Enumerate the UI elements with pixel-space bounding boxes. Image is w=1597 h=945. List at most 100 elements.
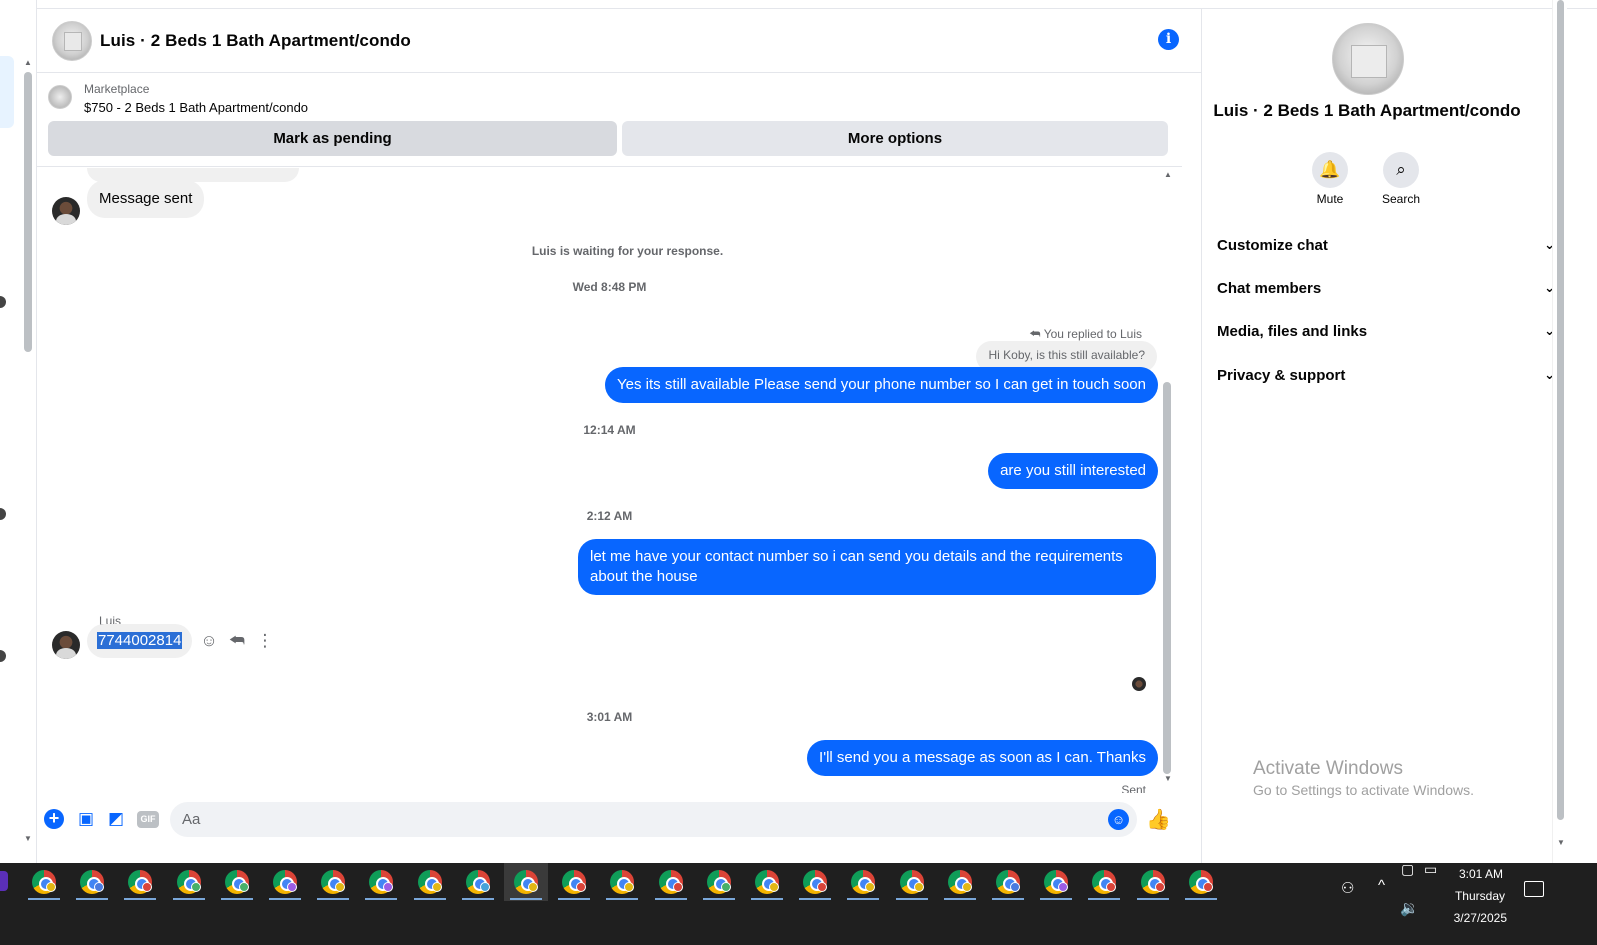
chat-list-avatar[interactable]	[0, 650, 6, 662]
running-indicator	[1184, 898, 1217, 900]
chrome-taskbar-button[interactable]	[841, 863, 885, 901]
search-action[interactable]: ⌕ Search	[1371, 152, 1431, 206]
running-indicator	[558, 898, 591, 900]
luis-avatar[interactable]	[52, 631, 80, 659]
running-indicator	[1040, 898, 1073, 900]
outgoing-message[interactable]: are you still interested	[988, 453, 1158, 489]
page-scrollbar-thumb[interactable]	[1557, 0, 1564, 820]
selected-text[interactable]: 7744002814	[97, 632, 183, 649]
profile-badge-icon	[46, 882, 56, 892]
chrome-taskbar-button[interactable]	[1034, 863, 1078, 901]
mark-as-pending-button[interactable]: Mark as pending	[48, 121, 617, 156]
chrome-taskbar-button[interactable]	[600, 863, 644, 901]
chrome-taskbar-button[interactable]	[938, 863, 982, 901]
incoming-message[interactable]: 7744002814	[87, 624, 193, 658]
chrome-taskbar-button[interactable]	[118, 863, 162, 901]
media-files-links-row[interactable]: Media, files and links ⌄	[1217, 311, 1557, 351]
chat-avatar[interactable]	[52, 20, 92, 61]
listing-thumbnail[interactable]	[48, 85, 72, 109]
running-indicator	[606, 898, 639, 900]
chrome-taskbar-button[interactable]	[504, 863, 548, 901]
scroll-down-arrow[interactable]: ▼	[1164, 774, 1172, 783]
chat-list-avatar[interactable]	[0, 296, 6, 308]
chat-list-avatar[interactable]	[0, 508, 6, 520]
meet-now-icon[interactable]: ▢	[1401, 861, 1414, 878]
sent-status: Sent	[1121, 783, 1146, 793]
screen: ▲ ▼ Luis · 2 Beds 1 Bath Apartment/condo…	[0, 0, 1597, 945]
thumbs-up-icon[interactable]: 👍	[1146, 807, 1171, 832]
profile-badge-icon	[624, 882, 635, 892]
chrome-taskbar-button[interactable]	[793, 863, 837, 901]
chrome-taskbar-button[interactable]	[408, 863, 452, 901]
reply-icon[interactable]: ⮪	[228, 631, 246, 651]
profile-badge-icon	[576, 882, 587, 892]
mute-action[interactable]: 🔔 Mute	[1300, 152, 1360, 206]
chrome-taskbar-button[interactable]	[359, 863, 403, 901]
chrome-taskbar-button[interactable]	[552, 863, 596, 901]
page-scrollbar[interactable]: ▼	[1552, 0, 1567, 863]
customize-chat-row[interactable]: Customize chat ⌄	[1217, 225, 1557, 265]
search-icon[interactable]: ⌕	[1383, 152, 1419, 188]
profile-badge-icon	[672, 882, 683, 892]
more-options-button[interactable]: More options	[622, 121, 1168, 156]
profile-badge-icon	[961, 882, 972, 892]
chrome-taskbar-button[interactable]	[22, 863, 66, 901]
seen-indicator-avatar	[1132, 677, 1146, 691]
outgoing-message[interactable]: Yes its still available Please send your…	[605, 367, 1158, 403]
gif-icon[interactable]: GIF	[137, 811, 159, 828]
chevron-up-icon[interactable]: ^	[1378, 877, 1385, 894]
chrome-taskbar-button[interactable]	[263, 863, 307, 901]
sticker-icon[interactable]: ◩	[106, 809, 126, 829]
chrome-taskbar-button[interactable]	[70, 863, 114, 901]
chrome-taskbar-button[interactable]	[215, 863, 259, 901]
chat-title[interactable]: Luis · 2 Beds 1 Bath Apartment/condo	[100, 31, 411, 51]
more-icon[interactable]: ⋮	[256, 631, 274, 651]
search-label: Search	[1381, 192, 1421, 206]
chrome-taskbar-button[interactable]	[890, 863, 934, 901]
reply-note-text: You replied to Luis	[1043, 327, 1142, 341]
photo-icon[interactable]: ▣	[76, 809, 96, 829]
chrome-taskbar-button[interactable]	[697, 863, 741, 901]
chrome-taskbar-button[interactable]	[649, 863, 693, 901]
running-indicator	[1088, 898, 1121, 900]
running-indicator	[269, 898, 301, 900]
scroll-up-arrow[interactable]: ▲	[24, 58, 32, 67]
message-input[interactable]	[170, 802, 1137, 837]
chat-members-row[interactable]: Chat members ⌄	[1217, 268, 1557, 308]
people-icon[interactable]: ⚇	[1341, 879, 1354, 897]
chrome-taskbar-button[interactable]	[1131, 863, 1175, 901]
privacy-support-row[interactable]: Privacy & support ⌄	[1217, 355, 1557, 395]
outgoing-message[interactable]: let me have your contact number so i can…	[578, 539, 1156, 595]
emoji-icon[interactable]: ☺	[1108, 809, 1129, 830]
plus-icon[interactable]: +	[44, 809, 64, 829]
chrome-taskbar-button[interactable]	[745, 863, 789, 901]
scroll-up-arrow[interactable]: ▲	[1164, 170, 1172, 179]
running-indicator	[1136, 898, 1169, 900]
chrome-taskbar-button[interactable]	[1082, 863, 1126, 901]
luis-avatar[interactable]	[52, 197, 80, 225]
profile-badge-icon	[1058, 882, 1069, 892]
running-indicator	[943, 898, 976, 900]
outgoing-message[interactable]: I'll send you a message as soon as I can…	[807, 740, 1158, 776]
scroll-down-arrow[interactable]: ▼	[24, 834, 32, 843]
taskbar-app-icon[interactable]	[0, 871, 8, 891]
conversation-avatar[interactable]	[1332, 23, 1404, 95]
left-scrollbar-thumb[interactable]	[24, 72, 32, 352]
bell-icon[interactable]: 🔔	[1312, 152, 1348, 188]
listing-title[interactable]: $750 - 2 Beds 1 Bath Apartment/condo	[84, 100, 308, 115]
chrome-taskbar-button[interactable]	[1179, 863, 1223, 901]
volume-icon[interactable]: 🔉	[1400, 899, 1419, 917]
chrome-taskbar-button[interactable]	[986, 863, 1030, 901]
activate-windows-watermark: Activate Windows Go to Settings to activ…	[1253, 758, 1474, 798]
message-list: Message sent Luis is waiting for your re…	[37, 168, 1182, 793]
active-chat-highlight[interactable]	[0, 56, 14, 128]
notification-icon[interactable]	[1524, 881, 1544, 897]
chrome-taskbar-button[interactable]	[311, 863, 355, 901]
chrome-taskbar-button[interactable]	[456, 863, 500, 901]
timestamp: 12:14 AM	[583, 423, 636, 437]
info-icon[interactable]: i	[1158, 29, 1179, 50]
message-scrollbar-thumb[interactable]	[1163, 382, 1171, 774]
scroll-down-arrow[interactable]: ▼	[1557, 838, 1565, 847]
react-icon[interactable]: ☺	[200, 631, 218, 651]
chrome-taskbar-button[interactable]	[167, 863, 211, 901]
